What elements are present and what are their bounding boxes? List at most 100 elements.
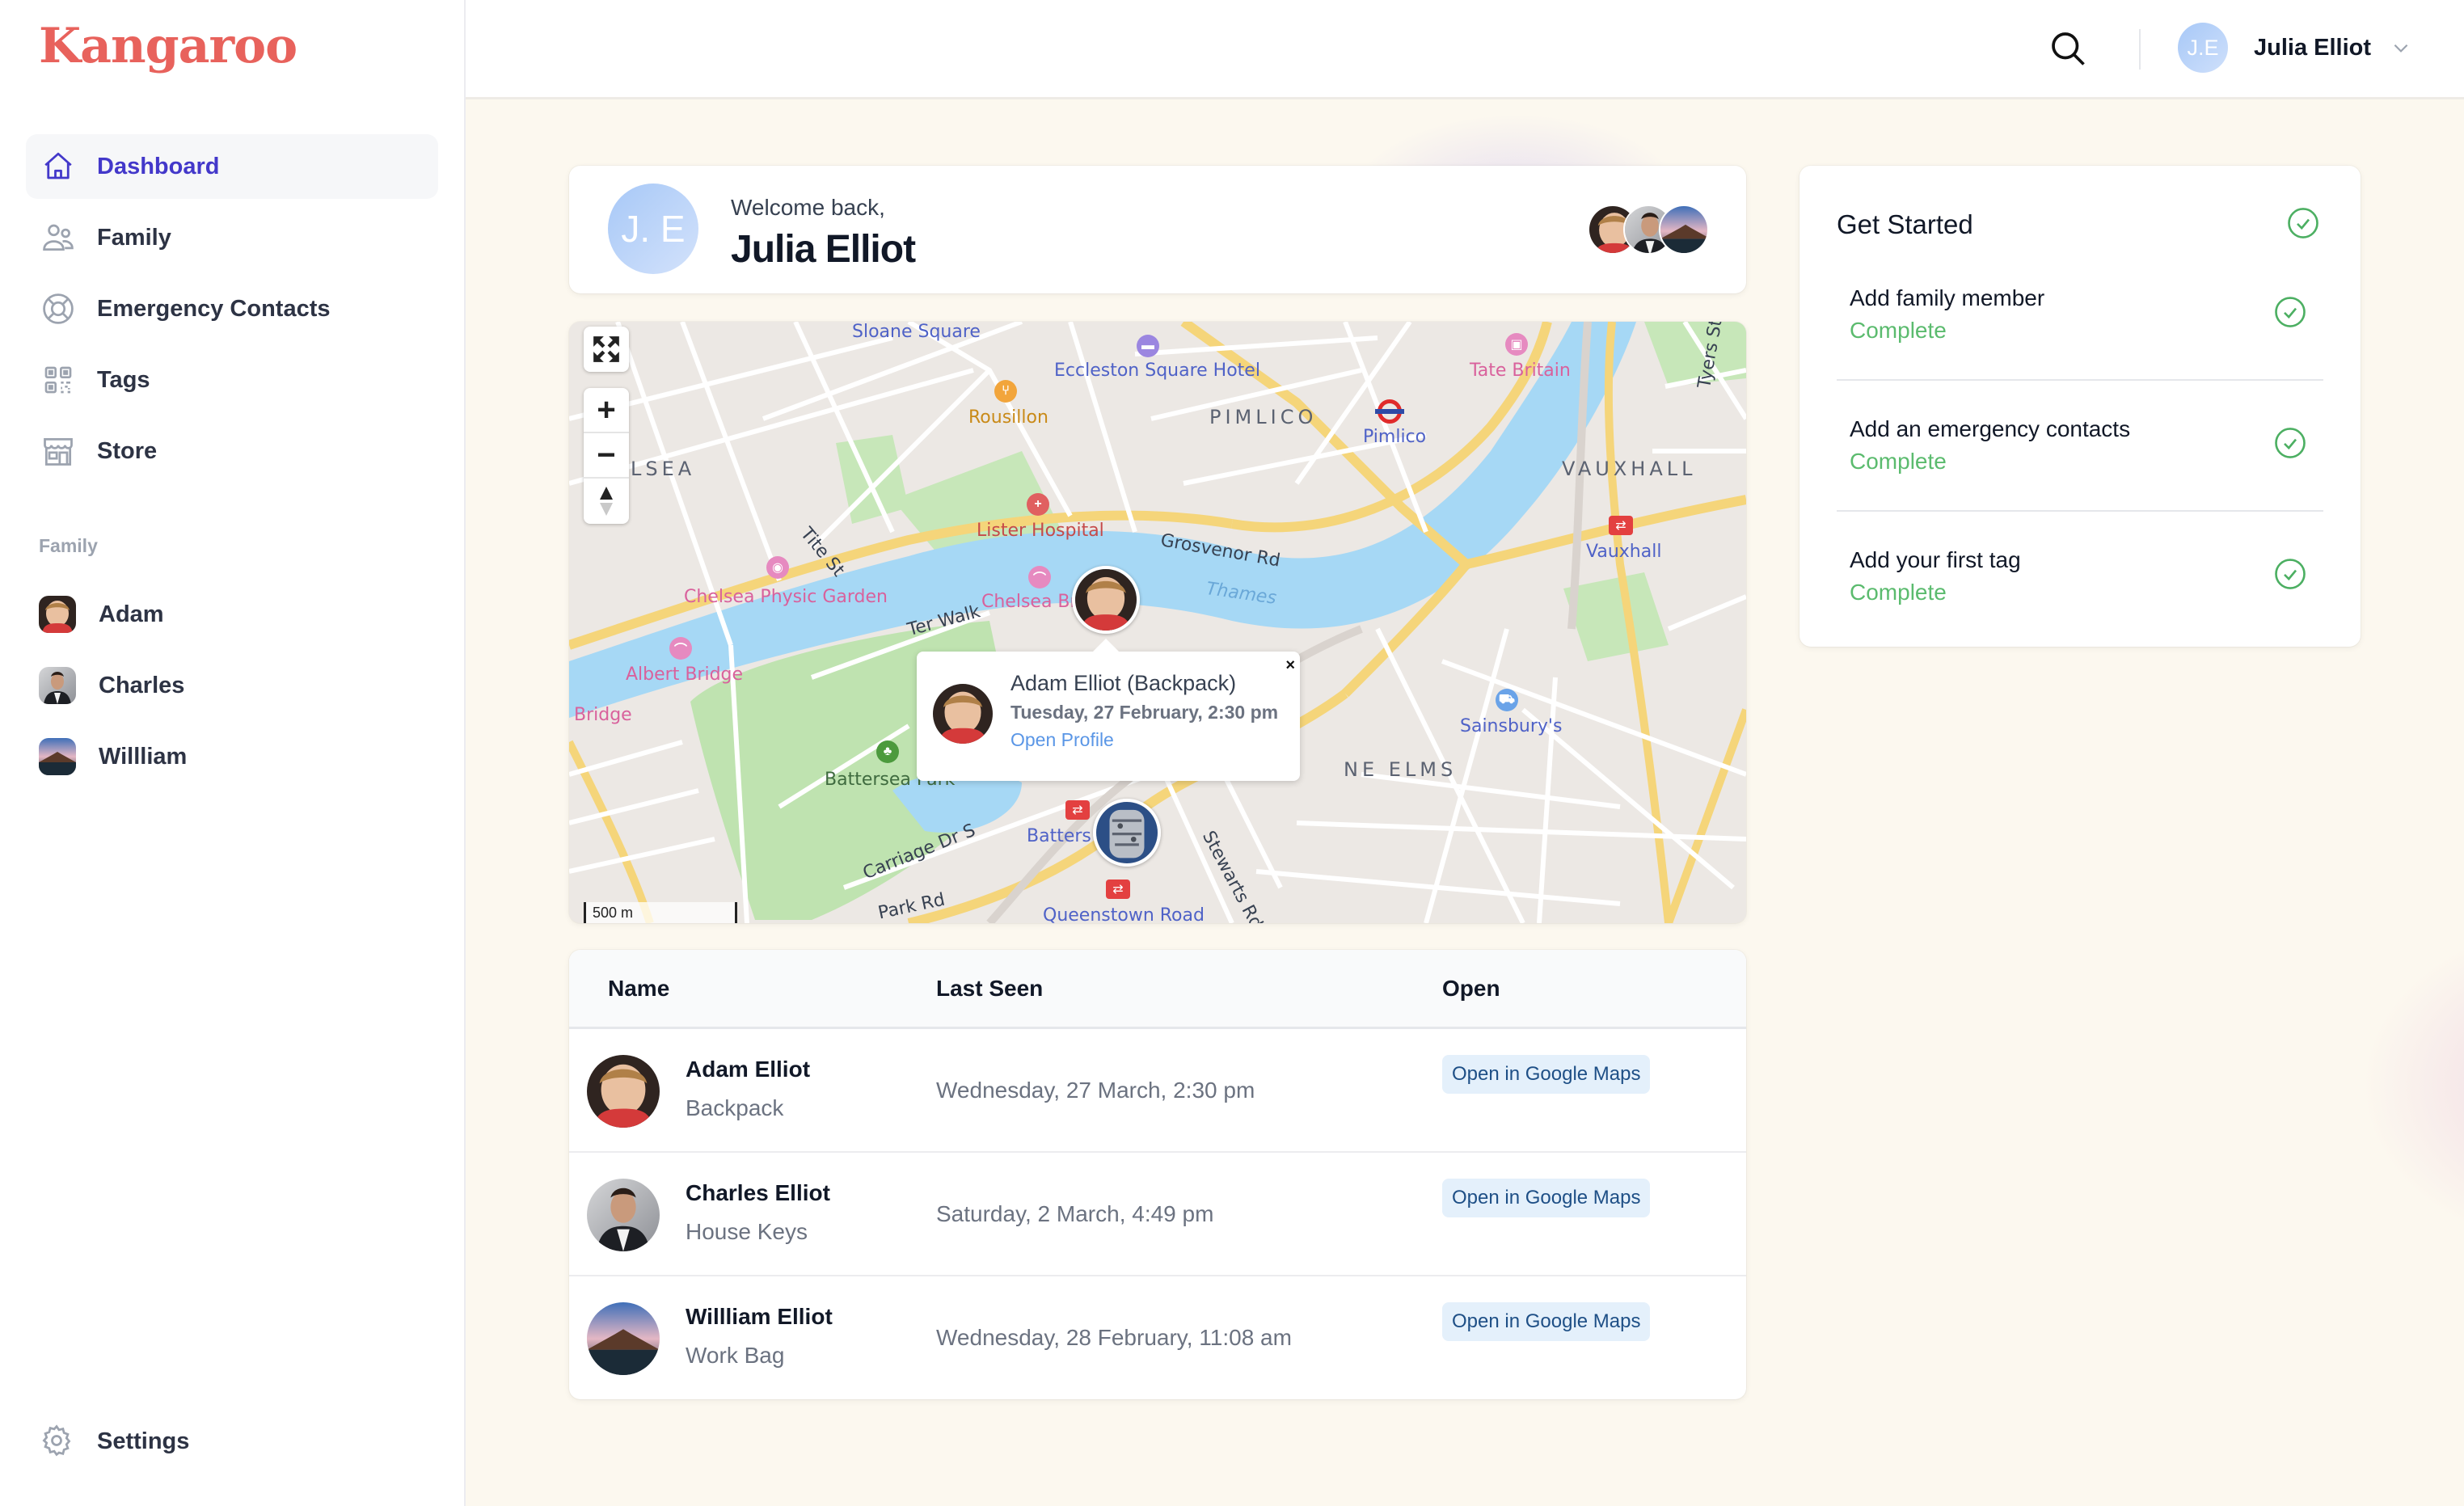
- avatar-william[interactable]: [1659, 205, 1709, 255]
- row-last-seen: Wednesday, 27 March, 2:30 pm: [936, 1078, 1255, 1103]
- hospital-icon[interactable]: +: [1027, 493, 1049, 516]
- open-google-maps-button[interactable]: Open in Google Maps: [1442, 1179, 1651, 1217]
- table-header: Name Last Seen Open: [569, 950, 1746, 1029]
- checklist-item-status: Complete: [1850, 449, 1947, 474]
- underground-icon[interactable]: [1375, 399, 1404, 424]
- gear-icon: [39, 1423, 76, 1460]
- map-label: Sloane Square: [852, 322, 981, 342]
- bridge-icon[interactable]: ⌒: [669, 637, 692, 660]
- checklist-item[interactable]: Add an emergency contacts Complete: [1837, 416, 2323, 547]
- compass-button[interactable]: [584, 479, 629, 524]
- row-tag: House Keys: [686, 1219, 808, 1244]
- nav-item-tags[interactable]: Tags: [26, 348, 438, 412]
- map-label: Bridge: [574, 705, 632, 725]
- table-row[interactable]: Willliam Elliot Work Bag Wednesday, 28 F…: [569, 1276, 1746, 1399]
- zoom-in-button[interactable]: +: [584, 388, 629, 433]
- family-item-william[interactable]: Willliam: [26, 721, 438, 792]
- checklist-item-title: Add family member: [1850, 285, 2045, 310]
- hotel-icon[interactable]: ▬: [1137, 335, 1159, 357]
- checklist-item[interactable]: Add family member Complete: [1837, 285, 2323, 416]
- sidebar: Kangaroo Dashboard Family Emergency Cont…: [0, 0, 466, 1506]
- user-menu[interactable]: J.E Julia Elliot: [2178, 23, 2411, 73]
- map-label: Vauxhall: [1586, 542, 1662, 562]
- nav-label: Tags: [97, 366, 150, 393]
- map-label: Chelsea Physic Garden: [684, 587, 888, 607]
- nav-item-emergency-contacts[interactable]: Emergency Contacts: [26, 276, 438, 341]
- fullscreen-icon: [593, 336, 619, 362]
- user-avatar-large: J. E: [608, 184, 698, 274]
- close-icon[interactable]: ×: [1285, 656, 1295, 675]
- restaurant-icon[interactable]: ⑂: [994, 380, 1017, 403]
- row-tag: Work Bag: [686, 1343, 785, 1368]
- map-label: Lister Hospital: [977, 521, 1104, 541]
- avatar: [587, 1055, 660, 1128]
- storefront-icon: [40, 433, 76, 469]
- family-list: Adam Charles Willliam: [26, 579, 438, 792]
- family-item-charles[interactable]: Charles: [26, 650, 438, 721]
- qr-code-icon: [40, 362, 76, 398]
- welcome-card: J. E Welcome back, Julia Elliot: [569, 166, 1746, 293]
- rail-icon[interactable]: ⇄: [1106, 880, 1130, 899]
- column-header-open[interactable]: Open: [1442, 976, 1500, 1002]
- nav-item-store[interactable]: Store: [26, 419, 438, 483]
- family-item-adam[interactable]: Adam: [26, 579, 438, 650]
- nav-label: Family: [97, 224, 171, 251]
- welcome-greeting: Welcome back,: [731, 195, 885, 220]
- open-google-maps-button[interactable]: Open in Google Maps: [1442, 1055, 1651, 1094]
- map-pin-adam[interactable]: [1072, 566, 1140, 634]
- check-circle-icon: [2275, 559, 2306, 589]
- avatar: [39, 738, 76, 775]
- top-bar: [466, 0, 2464, 99]
- table-row[interactable]: Adam Elliot Backpack Wednesday, 27 March…: [569, 1029, 1746, 1153]
- check-circle-icon: [2288, 208, 2318, 238]
- app-logo[interactable]: Kangaroo: [39, 18, 297, 74]
- family-item-name: Charles: [99, 672, 185, 698]
- map-label: Pimlico: [1363, 427, 1427, 447]
- map-label: Batters: [1027, 826, 1091, 846]
- camera-icon[interactable]: ◉: [766, 556, 789, 579]
- column-header-name[interactable]: Name: [608, 976, 669, 1002]
- column-header-last-seen[interactable]: Last Seen: [936, 976, 1043, 1002]
- rail-icon[interactable]: ⇄: [1065, 800, 1090, 820]
- park-icon[interactable]: ♣: [876, 740, 899, 763]
- row-last-seen: Wednesday, 28 February, 11:08 am: [936, 1325, 1292, 1350]
- shopping-cart-icon[interactable]: ⛟: [1496, 689, 1518, 711]
- settings-link[interactable]: Settings: [39, 1423, 189, 1460]
- map-label: Tate Britain: [1470, 361, 1571, 381]
- family-item-name: Willliam: [99, 743, 188, 770]
- open-google-maps-button[interactable]: Open in Google Maps: [1442, 1302, 1651, 1341]
- checklist-item-title: Add your first tag: [1850, 547, 2021, 572]
- location-map[interactable]: Sloane Square Eccleston Square Hotel ▬ R…: [569, 322, 1746, 923]
- user-name: Julia Elliot: [2254, 34, 2372, 61]
- zoom-out-button[interactable]: −: [584, 433, 629, 479]
- fullscreen-button[interactable]: [584, 327, 629, 372]
- map-scale: 500 m: [584, 902, 737, 923]
- row-name: Charles Elliot: [686, 1180, 830, 1205]
- row-tag: Backpack: [686, 1095, 784, 1120]
- rail-icon[interactable]: ⇄: [1609, 516, 1633, 535]
- gallery-icon[interactable]: ▣: [1505, 333, 1528, 356]
- map-pin-backpack[interactable]: [1093, 799, 1161, 867]
- bridge-icon[interactable]: ⌒: [1028, 566, 1051, 588]
- row-name: Willliam Elliot: [686, 1304, 833, 1329]
- search-icon: [2052, 32, 2085, 65]
- table-row[interactable]: Charles Elliot House Keys Saturday, 2 Ma…: [569, 1153, 1746, 1276]
- family-section-label: Family: [39, 535, 98, 556]
- checklist-item-title: Add an emergency contacts: [1850, 416, 2131, 441]
- checklist-item[interactable]: Add your first tag Complete: [1837, 547, 2323, 678]
- header-divider: [2139, 29, 2141, 70]
- row-last-seen: Saturday, 2 March, 4:49 pm: [936, 1201, 1214, 1226]
- divider: [1837, 510, 2323, 512]
- nav-item-dashboard[interactable]: Dashboard: [26, 134, 438, 199]
- open-profile-link[interactable]: Open Profile: [1010, 729, 1114, 751]
- popup-avatar: [933, 684, 993, 744]
- search-button[interactable]: [2047, 27, 2089, 70]
- map-label: Queenstown Road: [1043, 905, 1205, 923]
- compass-icon: [600, 487, 613, 516]
- row-name: Adam Elliot: [686, 1057, 811, 1082]
- map-label: Eccleston Square Hotel: [1054, 361, 1260, 381]
- home-icon: [40, 149, 76, 184]
- map-label: Rousillon: [968, 407, 1048, 428]
- nav-item-family[interactable]: Family: [26, 205, 438, 270]
- map-label: VAUXHALL: [1562, 458, 1697, 480]
